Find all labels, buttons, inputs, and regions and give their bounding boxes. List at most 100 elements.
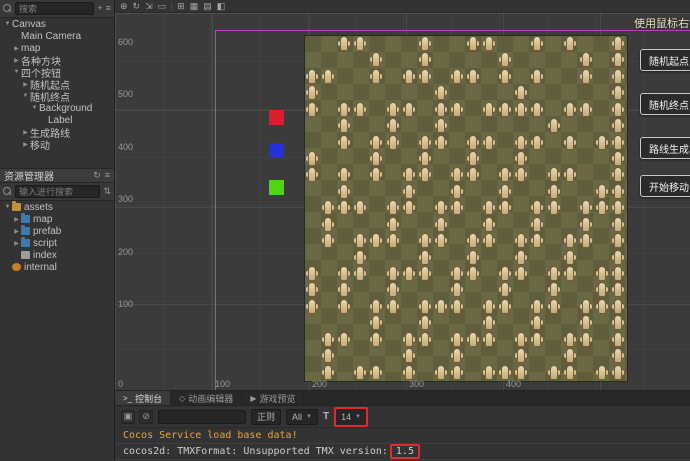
scene-view[interactable]: 600 500 400 300 200 100 0 100 200 300 400 使用鼠标右键 随… xyxy=(115,13,690,390)
hierarchy-menu-icon[interactable]: ≡ xyxy=(106,4,111,13)
cactus-sprite xyxy=(321,200,336,216)
expand-arrow-icon[interactable]: ▶ xyxy=(12,57,21,64)
console-filter-input[interactable] xyxy=(158,409,246,424)
expand-arrow-icon[interactable]: ▼ xyxy=(3,21,12,27)
tab-preview[interactable]: ▶ 游戏预览 xyxy=(242,391,305,405)
cactus-sprite xyxy=(514,348,529,364)
expand-arrow-icon[interactable]: ▶ xyxy=(12,240,21,247)
tree-item[interactable]: Label xyxy=(0,114,114,126)
cactus-sprite xyxy=(417,36,432,51)
expand-arrow-icon[interactable]: ▶ xyxy=(21,81,30,88)
start-move-button[interactable]: 开始移动 xyxy=(640,175,690,197)
cactus-sprite xyxy=(449,183,464,199)
cactus-sprite xyxy=(546,200,561,216)
console-log-list[interactable]: Cocos Service load base data! cocos2d: TM… xyxy=(115,428,690,461)
font-size-icon: T xyxy=(322,411,330,422)
green-block[interactable] xyxy=(269,180,284,195)
tree-item[interactable]: ▶ 各种方块 xyxy=(0,54,114,67)
rect-tool-icon[interactable]: ▭ xyxy=(158,1,167,11)
expand-arrow-icon[interactable]: ▶ xyxy=(12,216,21,223)
tree-item[interactable]: ▼ Background xyxy=(0,102,114,114)
expand-arrow-icon[interactable]: ▼ xyxy=(3,204,12,210)
copy-log-icon[interactable]: ▣ xyxy=(121,409,135,424)
random-start-button[interactable]: 随机起点 xyxy=(640,49,690,71)
ruler-label-x: 0 xyxy=(118,379,124,389)
move-tool-icon[interactable]: ⊕ xyxy=(120,1,128,11)
tree-item[interactable]: ▶ map xyxy=(0,42,114,54)
cactus-sprite xyxy=(417,151,432,166)
tab-console[interactable]: >_ 控制台 xyxy=(115,391,172,405)
cactus-sprite xyxy=(610,315,625,331)
cactus-sprite xyxy=(401,331,416,347)
random-end-button[interactable]: 随机终点 xyxy=(640,93,690,115)
cactus-sprite xyxy=(417,315,432,331)
tree-item[interactable]: ▶ 移动 xyxy=(0,138,114,151)
tree-item[interactable]: ▶ map xyxy=(0,213,114,225)
cactus-sprite xyxy=(417,233,432,249)
sort-icon[interactable]: ⇅ xyxy=(103,187,111,196)
cactus-sprite xyxy=(578,216,593,232)
tree-item[interactable]: ▼ assets xyxy=(0,201,114,213)
expand-arrow-icon[interactable]: ▼ xyxy=(30,105,39,111)
clear-log-icon[interactable]: ⊘ xyxy=(139,409,153,424)
tree-item[interactable]: ▶ 随机起点 xyxy=(0,78,114,91)
scale-tool-icon[interactable]: ⇲ xyxy=(145,1,153,11)
route-generate-button[interactable]: 路线生成 xyxy=(640,137,690,159)
console-log-line[interactable]: cocos2d: TMXFormat: Unsupported TMX vers… xyxy=(115,444,690,460)
tree-item[interactable]: internal xyxy=(0,261,114,273)
ruler-label-y: 600 xyxy=(118,37,134,47)
tree-item[interactable]: ▼ 随机终点 xyxy=(0,90,114,103)
cactus-sprite xyxy=(369,151,384,166)
refresh-icon[interactable]: ↻ xyxy=(93,171,101,180)
expand-arrow-icon[interactable]: ▶ xyxy=(21,129,30,136)
layout-toggle-icon[interactable]: ▦ xyxy=(190,1,199,11)
expand-arrow-icon[interactable]: ▼ xyxy=(12,69,21,75)
list-view-icon[interactable]: ▤ xyxy=(203,1,212,11)
cactus-sprite xyxy=(610,331,625,347)
cactus-sprite xyxy=(578,68,593,84)
cactus-sprite xyxy=(610,151,625,166)
cactus-sprite xyxy=(321,68,336,84)
create-node-icon[interactable]: + xyxy=(97,4,102,13)
console-log-line[interactable]: Cocos Service load base data! xyxy=(115,428,690,444)
assets-search-input[interactable] xyxy=(15,185,101,198)
hierarchy-search-input[interactable] xyxy=(15,2,95,15)
rotate-tool-icon[interactable]: ↻ xyxy=(133,1,141,11)
tree-item[interactable]: ▼ Canvas xyxy=(0,18,114,30)
tab-animation[interactable]: ◇ 动画编辑器 xyxy=(171,391,243,405)
gizmo-toggle-icon[interactable]: ◧ xyxy=(217,1,226,11)
cactus-sprite xyxy=(449,101,464,117)
assets-menu-icon[interactable]: ≡ xyxy=(105,171,110,180)
regex-toggle[interactable]: 正则 xyxy=(251,408,282,425)
red-block[interactable] xyxy=(269,110,284,125)
font-size-select[interactable]: 14 ▼ xyxy=(336,408,367,425)
tree-item[interactable]: ▶ prefab xyxy=(0,225,114,237)
tree-item[interactable]: ▶ 生成路线 xyxy=(0,126,114,139)
tree-item[interactable]: Main Camera xyxy=(0,30,114,42)
expand-arrow-icon[interactable]: ▶ xyxy=(21,141,30,148)
locked-icon xyxy=(12,263,21,271)
ruler-label-y: 200 xyxy=(118,246,134,257)
cactus-sprite xyxy=(514,151,529,166)
expand-arrow-icon[interactable]: ▶ xyxy=(12,45,21,52)
toolbar-separator xyxy=(171,1,173,11)
blue-block[interactable] xyxy=(269,143,284,158)
log-text: Cocos Service load base data! xyxy=(123,430,298,441)
cactus-sprite xyxy=(417,52,432,68)
expand-arrow-icon[interactable]: ▶ xyxy=(12,228,21,235)
tree-item[interactable]: ▼ 四个按钮 xyxy=(0,66,114,79)
log-level-select[interactable]: All ▼ xyxy=(286,408,318,425)
tree-item[interactable]: index xyxy=(0,249,114,261)
cactus-sprite xyxy=(449,68,464,84)
cactus-sprite xyxy=(498,298,513,314)
cactus-sprite xyxy=(514,249,529,265)
tree-item-label: 随机起点 xyxy=(30,80,70,91)
tree-item[interactable]: ▶ script xyxy=(0,237,114,249)
grid-toggle-icon[interactable]: ⊞ xyxy=(177,1,185,11)
expand-arrow-icon[interactable]: ▼ xyxy=(21,93,30,99)
ruler-label-x: 200 xyxy=(312,379,328,389)
cactus-sprite xyxy=(417,331,432,347)
cactus-sprite xyxy=(546,183,561,199)
assets-panel-header: 资源管理器 ↻ ≡ xyxy=(0,168,114,183)
hierarchy-tree: ▼ Canvas Main Camera ▶ map ▶ 各种方块 ▼ 四个按钮 ▶ 随机起点 ▼ 随机… xyxy=(0,18,114,151)
